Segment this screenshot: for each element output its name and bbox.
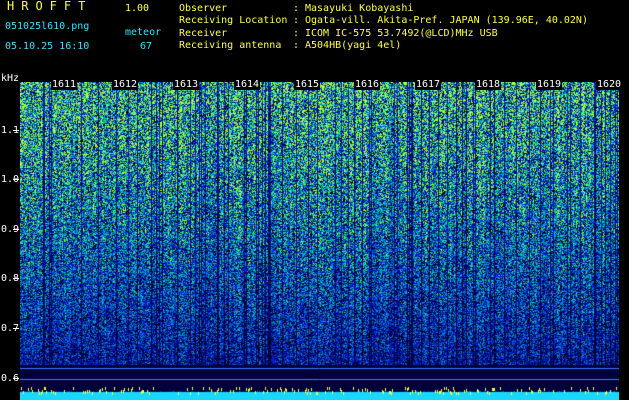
time-label: 1614 xyxy=(234,79,261,90)
time-label: 1612 xyxy=(112,79,139,90)
app-title: HROFFT xyxy=(7,0,93,13)
info-label: Receiving Location xyxy=(179,15,288,26)
info-value: A504HB(yagi 4el) xyxy=(305,40,402,51)
meteor-count: 67 xyxy=(140,41,153,52)
info-label: Observer xyxy=(179,3,228,14)
info-label: Receiver xyxy=(179,28,228,39)
app-version: 1.00 xyxy=(125,3,150,14)
y-tick xyxy=(13,179,19,180)
y-tick xyxy=(13,378,19,379)
time-axis: 1611 1612 1613 1614 1615 1616 1617 1618 … xyxy=(20,79,623,91)
axis-unit: kHz xyxy=(1,73,20,84)
time-label: 1617 xyxy=(415,79,442,90)
y-tick xyxy=(13,130,19,131)
datetime: 05.10.25 16:10 xyxy=(5,41,90,52)
info-colon: : xyxy=(293,40,300,51)
time-label: 1618 xyxy=(475,79,502,90)
info-value: Ogata-vill. Akita-Pref. JAPAN (139.96E, … xyxy=(305,15,588,26)
time-label: 1616 xyxy=(354,79,381,90)
y-tick xyxy=(13,328,19,329)
time-label: 1615 xyxy=(294,79,321,90)
info-value: Masayuki Kobayashi xyxy=(305,3,414,14)
spectrogram-canvas[interactable] xyxy=(20,82,619,400)
y-tick xyxy=(13,278,19,279)
time-label: 1611 xyxy=(51,79,78,90)
info-colon: : xyxy=(293,28,300,39)
info-value: ICOM IC-575 53.7492(@LCD)MHz USB xyxy=(305,28,498,39)
y-tick xyxy=(13,229,19,230)
info-colon: : xyxy=(293,3,300,14)
info-colon: : xyxy=(293,15,300,26)
info-label: Receiving antenna xyxy=(179,40,282,51)
time-label: 1619 xyxy=(536,79,563,90)
time-label: 1620 xyxy=(596,79,623,90)
time-label: 1613 xyxy=(173,79,200,90)
meteor-label: meteor xyxy=(125,27,162,38)
file-name: 051025l610.png xyxy=(5,21,90,32)
